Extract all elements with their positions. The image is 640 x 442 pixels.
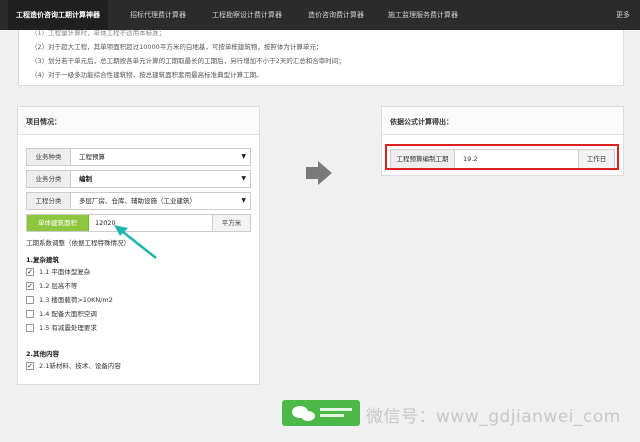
business-type-select[interactable]: 业务种类 工程预算 ▼ bbox=[26, 148, 251, 166]
tab-supervision-fee[interactable]: 施工监理服务费计算器 bbox=[388, 0, 458, 30]
business-category-value: 编制 bbox=[79, 175, 92, 183]
project-panel-header: 项目情况： bbox=[18, 107, 259, 135]
caret-down-icon: ▼ bbox=[241, 197, 246, 204]
checkbox-empty-icon[interactable] bbox=[26, 324, 34, 332]
notes-panel: （1）工程量计算时，单体工程不适用本标准； （2）对于超大工程，其单项面积超过1… bbox=[18, 29, 624, 86]
checkbox-label: 1.5 有减震处理要求 bbox=[39, 324, 97, 332]
wechat-logo bbox=[282, 400, 360, 426]
business-type-value: 工程预算 bbox=[79, 153, 105, 161]
area-label: 单体建筑面积 bbox=[27, 215, 89, 231]
project-panel-title: 项目情况： bbox=[26, 118, 61, 126]
note-item: （1）工程量计算时，单体工程不适用本标准； bbox=[31, 29, 166, 37]
arrow-right-icon bbox=[306, 161, 332, 185]
checkbox-label: 1.4 配备大面积空调 bbox=[39, 310, 97, 318]
checkbox-empty-icon[interactable] bbox=[26, 310, 34, 318]
group-title-complex: 1.复杂建筑 bbox=[26, 256, 59, 264]
tab-survey-design-fee[interactable]: 工程勘察设计费计算器 bbox=[212, 0, 282, 30]
checkbox-checked-icon[interactable]: ✓ bbox=[26, 362, 34, 370]
checkbox-checked-icon[interactable]: ✓ bbox=[26, 268, 34, 276]
business-category-label: 业务分类 bbox=[27, 171, 71, 187]
caret-down-icon: ▼ bbox=[241, 153, 246, 160]
checkbox-checked-icon[interactable]: ✓ bbox=[26, 282, 34, 290]
wechat-icon bbox=[292, 406, 352, 421]
checkbox-label: 1.2 层高不等 bbox=[39, 282, 78, 290]
project-category-select[interactable]: 工程分类 多层厂房、仓库、辅助设施（工业建筑） ▼ bbox=[26, 192, 251, 210]
area-unit: 平方米 bbox=[212, 215, 250, 231]
result-panel-title: 依据公式计算得出： bbox=[390, 118, 453, 126]
checkbox-label: 2.1新材料、技术、设备内容 bbox=[39, 362, 121, 370]
checkbox-empty-icon[interactable] bbox=[26, 296, 34, 304]
checkbox-label: 1.3 楼面载荷>10KN/m2 bbox=[39, 296, 113, 304]
caret-down-icon: ▼ bbox=[241, 175, 246, 182]
pointer-arrow-icon bbox=[114, 225, 157, 259]
note-item: （2）对于超大工程，其单项面积超过10000平方米的白地基，可按单栋建筑物，按照… bbox=[31, 43, 323, 51]
more-link[interactable]: 更多 bbox=[616, 0, 630, 30]
tab-duration-calculator[interactable]: 工程造价咨询工期计算神器 bbox=[8, 0, 108, 30]
project-category-value: 多层厂房、仓库、辅助设施（工业建筑） bbox=[79, 197, 196, 205]
note-item: （4）对于一级多功能综合性建筑物，按总建筑面积套用最高标准典型计算工期。 bbox=[31, 71, 263, 79]
top-nav: 工程造价咨询工期计算神器 招标代理费计算器 工程勘察设计费计算器 造价咨询费计算… bbox=[0, 0, 640, 30]
project-category-label: 工程分类 bbox=[27, 193, 71, 209]
note-item: （3）划分若干单元后，总工期按各单元计算的工期取最长的工期后，另行增加不小于2天… bbox=[31, 57, 345, 65]
business-category-select[interactable]: 业务分类 编制 ▼ bbox=[26, 170, 251, 188]
group-title-other: 2.其他内容 bbox=[26, 350, 59, 358]
checkbox-label: 1.1 平面体型复杂 bbox=[39, 268, 91, 276]
tab-cost-consulting-fee[interactable]: 造价咨询费计算器 bbox=[308, 0, 364, 30]
business-type-label: 业务种类 bbox=[27, 149, 71, 165]
result-panel-header: 依据公式计算得出： bbox=[382, 107, 623, 135]
tab-bidding-agency-fee[interactable]: 招标代理费计算器 bbox=[130, 0, 186, 30]
result-highlight bbox=[385, 144, 619, 170]
watermark-text: 微信号：www_gdjianwei_com bbox=[366, 407, 621, 427]
